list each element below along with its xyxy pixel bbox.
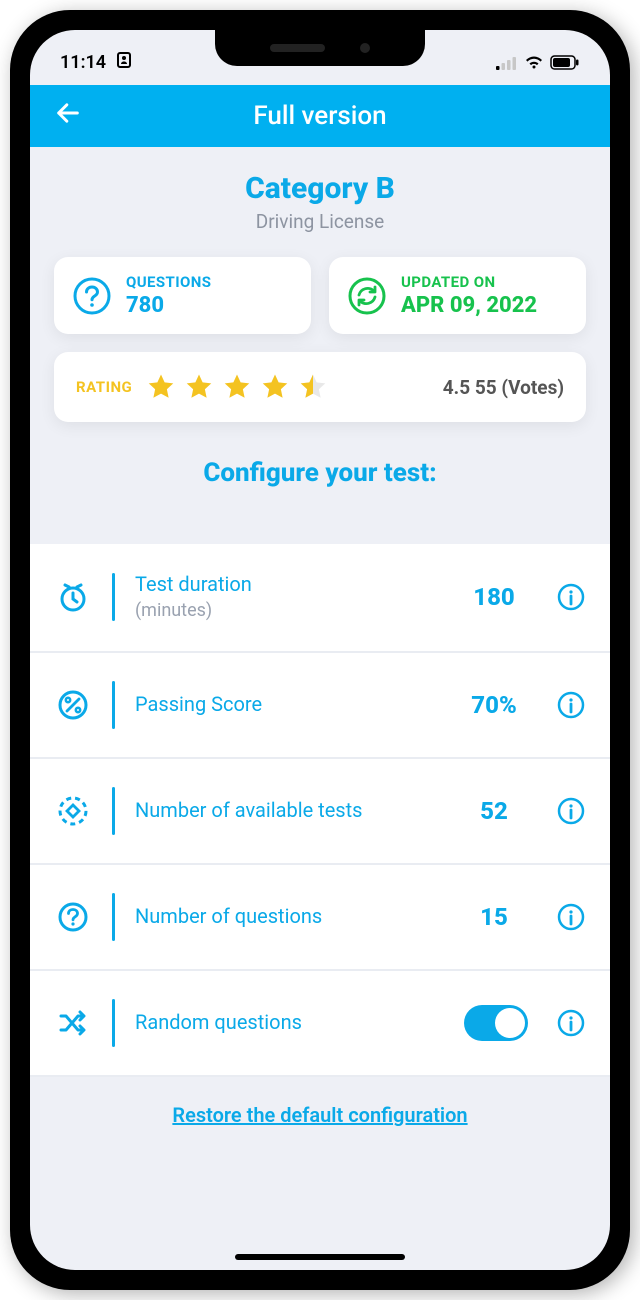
- info-button[interactable]: [556, 1008, 586, 1038]
- target-icon: [54, 794, 92, 828]
- status-time: 11:14: [60, 52, 131, 74]
- updated-value: APR 09, 2022: [401, 293, 537, 318]
- divider: [112, 893, 115, 941]
- star-icon: [184, 372, 214, 402]
- info-button[interactable]: [556, 582, 586, 612]
- row-num-questions[interactable]: Number of questions 15: [30, 865, 610, 971]
- home-indicator[interactable]: [235, 1254, 405, 1260]
- signal-icon: [496, 56, 518, 70]
- wifi-icon: [524, 55, 544, 70]
- shuffle-icon: [54, 1006, 92, 1040]
- info-icon: [556, 582, 586, 612]
- row-label: Random questions: [135, 1010, 464, 1035]
- hero: Category B Driving License: [30, 147, 610, 239]
- score-value: 70%: [460, 691, 528, 719]
- info-icon: [556, 902, 586, 932]
- badge-icon: [117, 52, 131, 68]
- star-icon: [146, 372, 176, 402]
- clock-icon: [54, 580, 92, 614]
- duration-value: 180: [460, 583, 528, 611]
- star-half-icon: [298, 372, 328, 402]
- divider: [112, 787, 115, 835]
- updated-label: UPDATED ON: [401, 273, 537, 291]
- rating-stars: [146, 372, 328, 402]
- rating-label: RATING: [76, 378, 132, 396]
- row-passing-score[interactable]: Passing Score 70%: [30, 653, 610, 759]
- refresh-icon: [345, 274, 389, 318]
- appbar-title: Full version: [253, 101, 386, 131]
- row-label: Test duration(minutes): [135, 572, 460, 623]
- row-label: Passing Score: [135, 692, 460, 717]
- star-icon: [260, 372, 290, 402]
- divider: [112, 681, 115, 729]
- restore-link[interactable]: Restore the default configuration: [172, 1103, 467, 1127]
- info-icon: [556, 690, 586, 720]
- back-button[interactable]: [54, 99, 82, 134]
- rating-card: RATING 4.5 55 (Votes): [54, 352, 586, 422]
- row-available-tests[interactable]: Number of available tests 52: [30, 759, 610, 865]
- config-heading: Configure your test:: [30, 422, 610, 544]
- page-subtitle: Driving License: [50, 210, 590, 233]
- question-circle-icon: [54, 900, 92, 934]
- notch: [215, 30, 425, 66]
- info-button[interactable]: [556, 902, 586, 932]
- app-bar: Full version: [30, 85, 610, 147]
- info-icon: [556, 1008, 586, 1038]
- questions-label: QUESTIONS: [126, 273, 211, 291]
- row-random: Random questions: [30, 971, 610, 1077]
- divider: [112, 999, 115, 1047]
- row-label: Number of questions: [135, 904, 460, 929]
- questions-card: QUESTIONS 780: [54, 257, 311, 334]
- page-title: Category B: [50, 171, 590, 206]
- random-toggle[interactable]: [464, 1005, 528, 1041]
- row-duration[interactable]: Test duration(minutes) 180: [30, 544, 610, 653]
- star-icon: [222, 372, 252, 402]
- updated-card: UPDATED ON APR 09, 2022: [329, 257, 586, 334]
- screen: 11:14 Full version Category B Driving Li…: [30, 30, 610, 1270]
- info-button[interactable]: [556, 796, 586, 826]
- questions-value: 15: [460, 903, 528, 931]
- questions-value: 780: [126, 293, 211, 318]
- phone-frame: 11:14 Full version Category B Driving Li…: [10, 10, 630, 1290]
- row-label: Number of available tests: [135, 798, 460, 823]
- percent-icon: [54, 688, 92, 722]
- arrow-left-icon: [54, 99, 82, 127]
- info-icon: [556, 796, 586, 826]
- info-button[interactable]: [556, 690, 586, 720]
- divider: [112, 573, 115, 621]
- battery-icon: [550, 55, 580, 70]
- tests-value: 52: [460, 797, 528, 825]
- rating-text: 4.5 55 (Votes): [443, 376, 564, 399]
- question-circle-icon: [70, 274, 114, 318]
